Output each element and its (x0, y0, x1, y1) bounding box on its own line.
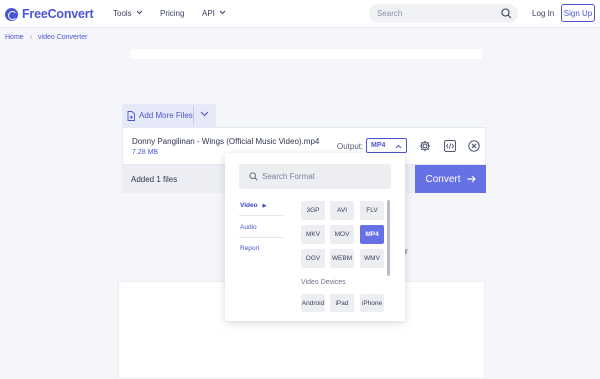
chevron-right-icon: › (29, 34, 33, 41)
chevron-down-icon (136, 10, 143, 15)
convert-button-label: Convert (425, 173, 461, 185)
added-files-count: Added 1 files (131, 175, 178, 184)
freeconvert-logo-icon (5, 7, 18, 21)
device-iphone[interactable]: iPhone (360, 294, 384, 312)
format-search-input[interactable] (262, 169, 382, 184)
arrow-right-icon (467, 175, 476, 183)
chevron-down-icon (219, 10, 226, 15)
format-mp4[interactable]: MP4 (360, 225, 384, 244)
breadcrumb: Home › video Converter (5, 34, 87, 41)
file-size: 7.28 MB (132, 149, 159, 156)
nav-tools-label: Tools (113, 9, 132, 18)
chevron-down-icon[interactable] (200, 111, 209, 117)
category-video[interactable]: Video ▶ (240, 202, 266, 209)
caret-right-icon: ▶ (262, 203, 267, 209)
convert-button[interactable]: Convert (415, 165, 486, 193)
format-dropdown: Video▶ Audio Report 3GP AVI FLV MKV MOV … (225, 153, 405, 321)
dropdown-scrollbar[interactable] (387, 200, 390, 276)
site-search[interactable] (369, 4, 518, 23)
format-mov[interactable]: MOV (330, 225, 354, 244)
category-video-label: Video (240, 202, 258, 209)
embed-code-icon[interactable] (444, 140, 456, 152)
format-webm[interactable]: WEBM (330, 249, 354, 268)
nav-tools[interactable]: Tools (113, 9, 143, 18)
format-ogv[interactable]: OGV (301, 249, 325, 268)
category-divider (239, 237, 283, 238)
partial-hidden-text: r (405, 247, 408, 256)
breadcrumb-home[interactable]: Home (5, 34, 24, 41)
video-devices-heading: Video Devices (301, 279, 346, 286)
format-flv[interactable]: FLV (360, 201, 384, 220)
category-divider (239, 215, 283, 216)
logo-text: FreeConvert (22, 7, 94, 21)
site-search-input[interactable] (377, 6, 497, 21)
add-files-divider (193, 106, 194, 125)
breadcrumb-current[interactable]: video Converter (38, 34, 87, 41)
nav-api[interactable]: API (202, 9, 226, 18)
settings-gear-icon[interactable] (419, 140, 431, 152)
add-more-files-label: Add More Files (139, 111, 193, 120)
close-circle-icon[interactable] (468, 140, 480, 152)
device-android[interactable]: Android (301, 294, 325, 312)
category-audio[interactable]: Audio (240, 224, 257, 231)
output-label: Output: (337, 142, 364, 151)
nav-api-label: API (202, 9, 215, 18)
login-link[interactable]: Log In (532, 9, 554, 18)
nav-pricing[interactable]: Pricing (160, 9, 184, 18)
format-search[interactable] (239, 164, 391, 189)
file-name: Donny Pangilinan - Wings (Official Music… (132, 137, 320, 146)
chevron-up-icon (395, 144, 402, 149)
output-format-select[interactable]: MP4 (366, 138, 407, 153)
signup-button-label: Sign Up (563, 8, 593, 18)
category-audio-label: Audio (240, 224, 257, 231)
output-format-value: MP4 (371, 142, 386, 149)
signup-button[interactable]: Sign Up (561, 4, 595, 22)
device-ipad[interactable]: iPad (330, 294, 354, 312)
content-header-strip (131, 49, 482, 59)
search-icon (249, 172, 258, 181)
add-file-icon (127, 110, 135, 121)
category-report-label: Report (240, 245, 260, 252)
logo[interactable]: FreeConvert (5, 7, 94, 21)
nav-pricing-label: Pricing (160, 9, 185, 18)
search-icon[interactable] (501, 8, 512, 19)
format-mkv[interactable]: MKV (301, 225, 325, 244)
format-wmv[interactable]: WMV (360, 249, 384, 268)
top-navbar: FreeConvert Tools Pricing API Log In Sig… (0, 0, 600, 28)
category-report[interactable]: Report (240, 245, 260, 252)
format-avi[interactable]: AVI (330, 201, 354, 220)
format-3gp[interactable]: 3GP (301, 201, 325, 220)
